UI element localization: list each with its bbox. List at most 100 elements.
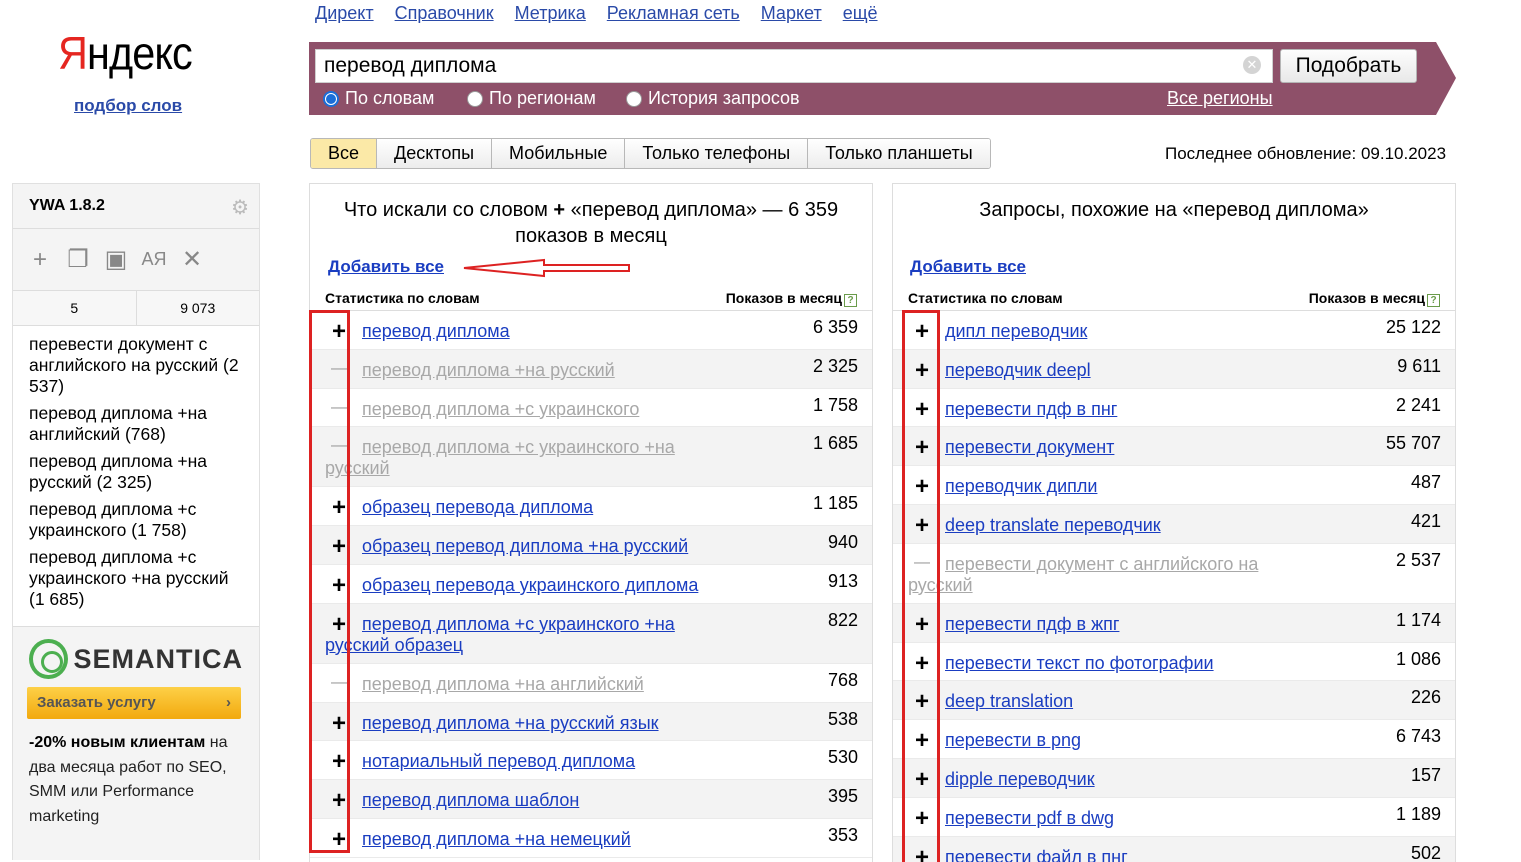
semantica-ad: SEMANTICA Заказать услугу › -20% новым к… bbox=[13, 626, 259, 860]
nav-more[interactable]: ещё bbox=[843, 3, 878, 24]
keyword-link[interactable]: перевести документ bbox=[945, 437, 1290, 458]
list-item[interactable]: перевод диплома +на русский (2 325) bbox=[29, 451, 247, 493]
keyword-link[interactable]: dipple переводчик bbox=[945, 769, 1290, 790]
keyword-link[interactable]: переводчик deepl bbox=[945, 360, 1290, 381]
impressions-count: 1 685 bbox=[812, 433, 858, 454]
keyword-link[interactable]: перевод диплома +на английский bbox=[362, 674, 707, 695]
all-regions-link[interactable]: Все регионы bbox=[1167, 88, 1273, 109]
keyword-link[interactable]: deep translate переводчик bbox=[945, 515, 1290, 536]
add-all-link[interactable]: Добавить все bbox=[910, 257, 1026, 277]
help-icon[interactable]: ? bbox=[1427, 294, 1440, 307]
logo-word: Яндекс bbox=[58, 27, 193, 79]
table-row: + перевод диплома +на русский язык 538 bbox=[310, 702, 872, 742]
yandex-logo[interactable]: Яндекс подбор слов bbox=[58, 26, 198, 115]
nav-direct[interactable]: Директ bbox=[315, 3, 374, 24]
keyword-link[interactable]: перевод диплома bbox=[362, 321, 707, 342]
keyword-link[interactable]: нотариальный перевод диплома bbox=[362, 751, 707, 772]
keyword-link[interactable]: перевести пдф в жпг bbox=[945, 614, 1290, 635]
impressions-count: 913 bbox=[827, 570, 858, 591]
table-row: — перевод диплома +с украинского +на русск… bbox=[310, 427, 872, 488]
copy-icon[interactable]: ❐ bbox=[65, 245, 91, 274]
table-row: + дипл переводчик 25 122 bbox=[893, 311, 1455, 350]
nav-spravochnik[interactable]: Справочник bbox=[395, 3, 494, 24]
impressions-count: 395 bbox=[827, 786, 858, 807]
list-item[interactable]: перевод диплома +на английский (768) bbox=[29, 403, 247, 445]
keyword-link[interactable]: перевод диплома +с украинского +на bbox=[362, 437, 707, 458]
impressions-count: 487 bbox=[1410, 472, 1441, 493]
clear-icon[interactable]: ✕ bbox=[1243, 56, 1261, 74]
table-row: + перевести пдф в жпг 1 174 bbox=[893, 603, 1455, 643]
right-panel-title: Запросы, похожие на «перевод диплома» bbox=[979, 199, 1369, 221]
impressions-count: 6 359 bbox=[812, 317, 858, 337]
close-icon[interactable]: ✕ bbox=[179, 245, 205, 274]
table-row: + перевести текст по фотографии 1 086 bbox=[893, 643, 1455, 682]
keyword-link[interactable]: перевод диплома +с украинского bbox=[362, 399, 707, 420]
keyword-link[interactable]: перевод диплома +на русский bbox=[362, 360, 707, 381]
keyword-link[interactable]: перевести pdf в dwg bbox=[945, 808, 1290, 829]
annotation-box bbox=[902, 310, 940, 862]
impressions-count: 1 174 bbox=[1395, 609, 1441, 630]
keyword-link[interactable]: дипл переводчик bbox=[945, 321, 1290, 342]
search-band: перевод диплома ✕ Подобрать По словам По… bbox=[309, 42, 1456, 115]
semantica-logo[interactable]: SEMANTICA bbox=[29, 639, 243, 679]
annotation-arrow bbox=[463, 258, 630, 278]
pick-button[interactable]: Подобрать bbox=[1280, 49, 1417, 83]
ywa-counts: 5 9 073 bbox=[13, 291, 259, 326]
keyword-link[interactable]: перевод диплома +на немецкий bbox=[362, 829, 707, 850]
radio-selected-icon bbox=[323, 90, 339, 107]
radio-by-regions[interactable]: По регионам bbox=[467, 88, 596, 109]
chevron-right-icon: › bbox=[226, 694, 231, 711]
keyword-link[interactable]: перевести в png bbox=[945, 730, 1290, 751]
tab-all[interactable]: Все bbox=[311, 139, 378, 168]
radio-history[interactable]: История запросов bbox=[626, 88, 800, 109]
nav-metrika[interactable]: Метрика bbox=[515, 3, 586, 24]
help-icon[interactable]: ? bbox=[844, 294, 857, 307]
tab-desktops[interactable]: Десктопы bbox=[377, 139, 493, 168]
ywa-title: YWA 1.8.2 bbox=[29, 197, 105, 214]
keyword-link[interactable]: перевод диплома шаблон bbox=[362, 790, 707, 811]
search-input[interactable]: перевод диплома bbox=[315, 49, 1273, 83]
keyword-link[interactable]: перевести пдф в пнг bbox=[945, 399, 1290, 420]
keyword-link[interactable]: перевести текст по фотографии bbox=[945, 653, 1290, 674]
table-row: + перевести пдф в пнг 2 241 bbox=[893, 389, 1455, 428]
tab-tablets[interactable]: Только планшеты bbox=[808, 139, 990, 168]
nav-market[interactable]: Маркет bbox=[761, 3, 822, 24]
gear-icon[interactable]: ⚙ bbox=[231, 195, 249, 220]
stat-header-right: Показов в месяц? bbox=[1309, 290, 1440, 307]
save-icon[interactable]: ▣ bbox=[103, 245, 129, 274]
keyword-link[interactable]: перевести файл в пнг bbox=[945, 847, 1290, 862]
table-row: — перевод диплома +на русский 2 325 bbox=[310, 349, 872, 389]
radio-by-words[interactable]: По словам bbox=[323, 88, 434, 109]
keyword-link[interactable]: перевод диплома +с украинского +на bbox=[362, 614, 707, 635]
tab-mobile[interactable]: Мобильные bbox=[492, 139, 626, 168]
keyword-link[interactable]: образец перевода диплома bbox=[362, 497, 707, 518]
logo-subtitle[interactable]: подбор слов bbox=[74, 96, 182, 116]
stat-header-right: Показов в месяц? bbox=[726, 290, 857, 307]
tab-phones[interactable]: Только телефоны bbox=[625, 139, 809, 168]
keyword-link[interactable]: переводчик дипли bbox=[945, 476, 1290, 497]
impressions-count: 6 743 bbox=[1395, 726, 1441, 747]
table-row: + переводчик дипли 487 bbox=[893, 466, 1455, 505]
ywa-widget: YWA 1.8.2 ⚙ + ❐ ▣ AЯ ✕ 5 9 073 перевести… bbox=[12, 183, 260, 860]
list-item[interactable]: перевести документ с английского на русс… bbox=[29, 334, 247, 397]
ywa-header: YWA 1.8.2 ⚙ bbox=[13, 184, 259, 229]
keyword-link[interactable]: перевод диплома +на русский язык bbox=[362, 713, 707, 734]
keyword-link[interactable]: образец перевода украинского диплома bbox=[362, 575, 707, 596]
order-service-button[interactable]: Заказать услугу › bbox=[27, 687, 241, 719]
impressions-count: 9 611 bbox=[1397, 355, 1441, 376]
plus-icon[interactable]: + bbox=[27, 246, 53, 274]
impressions-count: 421 bbox=[1410, 510, 1441, 531]
ywa-count-left: 5 bbox=[13, 291, 137, 325]
plus-icon: + bbox=[553, 199, 571, 221]
keyword-link[interactable]: образец перевод диплома +на русский bbox=[362, 536, 707, 557]
case-icon[interactable]: AЯ bbox=[141, 249, 167, 270]
list-item[interactable]: перевод диплома +с украинского (1 758) bbox=[29, 499, 247, 541]
nav-ad-network[interactable]: Рекламная сеть bbox=[607, 3, 740, 24]
impressions-count: 2 241 bbox=[1395, 394, 1441, 415]
table-row: + перевод диплома +на немецкий 353 bbox=[310, 819, 872, 858]
list-item[interactable]: перевод диплома +с украинского +на русск… bbox=[29, 547, 247, 610]
radio-icon bbox=[467, 90, 483, 107]
keyword-link[interactable]: перевести документ с английского на bbox=[945, 554, 1290, 575]
add-all-link[interactable]: Добавить все bbox=[328, 257, 444, 277]
keyword-link[interactable]: deep translation bbox=[945, 691, 1290, 712]
